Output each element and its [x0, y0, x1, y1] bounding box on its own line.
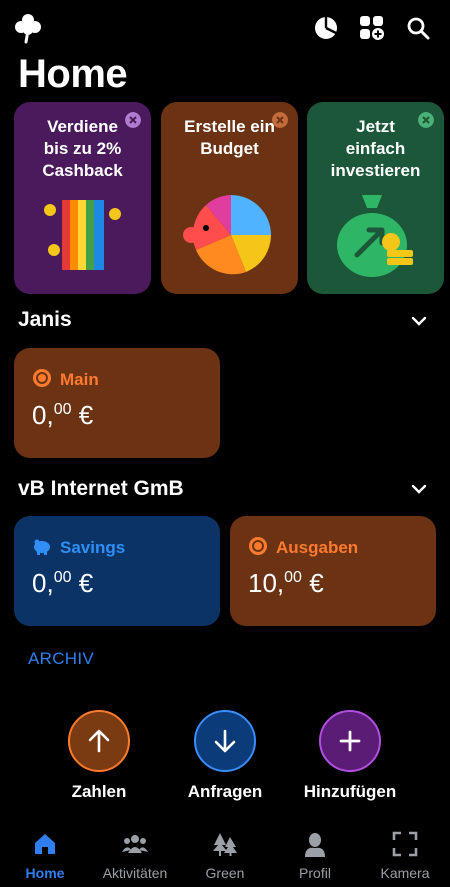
nav-item-home[interactable]: Home — [0, 831, 90, 881]
chevron-down-icon[interactable] — [410, 480, 428, 498]
action-label: Hinzufügen — [303, 782, 397, 801]
promo-card-invest[interactable]: Jetzt einfach investieren — [307, 102, 444, 294]
promo-card-budget[interactable]: Erstelle ein Budget — [161, 102, 298, 294]
action-label: Zahlen — [71, 782, 127, 801]
piggy-bank-illustration — [183, 195, 271, 275]
account-card-main[interactable]: Main 0,00 € — [14, 348, 220, 458]
pay-button[interactable] — [68, 710, 130, 772]
account-card-savings[interactable]: Savings 0,00 € — [14, 516, 220, 626]
account-name: Savings — [60, 538, 126, 557]
people-icon — [122, 835, 148, 853]
close-icon[interactable] — [272, 112, 288, 128]
close-icon[interactable] — [418, 112, 434, 128]
bunq-cards-illustration — [44, 200, 121, 270]
bottom-navigation: Home Aktivitäten Green Profil Kamera — [0, 823, 450, 887]
account-card-ausgaben[interactable]: Ausgaben 10,00 € — [230, 516, 436, 626]
coin-icon — [33, 369, 51, 387]
money-bag-illustration — [337, 195, 413, 277]
account-balance: 10,00 € — [248, 568, 324, 598]
top-bar — [0, 0, 450, 56]
promo-card-cashback[interactable]: Verdiene bis zu 2% Cashback — [14, 102, 151, 294]
nav-item-camera[interactable]: Kamera — [360, 831, 450, 881]
trees-icon — [213, 833, 237, 856]
chevron-down-icon[interactable] — [410, 312, 428, 330]
section-title-janis: Janis — [18, 308, 72, 331]
action-label: Anfragen — [187, 782, 263, 801]
account-balance: 0,00 € — [32, 400, 94, 430]
arrow-up-icon — [88, 729, 110, 753]
nav-label: Profil — [299, 865, 331, 881]
nav-item-green[interactable]: Green — [180, 831, 270, 881]
nav-label: Kamera — [380, 865, 430, 881]
nav-label: Aktivitäten — [102, 865, 168, 881]
account-name: Main — [60, 370, 99, 389]
nav-label: Home — [25, 865, 65, 881]
section-title-vb-internet: vB Internet GmB — [18, 477, 184, 500]
add-widget-icon[interactable] — [358, 14, 386, 42]
coin-icon — [249, 537, 267, 555]
nav-item-activities[interactable]: Aktivitäten — [90, 831, 180, 881]
add-button[interactable] — [319, 710, 381, 772]
nav-item-profile[interactable]: Profil — [270, 831, 360, 881]
nav-label: Green — [205, 865, 245, 881]
page-title: Home — [18, 52, 128, 96]
pay-action[interactable]: Zahlen — [39, 710, 159, 802]
camera-scan-icon — [392, 831, 418, 857]
account-balance: 0,00 € — [32, 568, 94, 598]
promo-carousel[interactable]: Verdiene bis zu 2% Cashback Erstelle ein… — [14, 102, 450, 294]
home-icon — [35, 834, 55, 854]
profile-icon — [305, 833, 325, 857]
search-icon[interactable] — [404, 14, 432, 42]
account-name: Ausgaben — [276, 538, 359, 557]
close-icon[interactable] — [125, 112, 141, 128]
pie-chart-icon[interactable] — [312, 14, 340, 42]
add-action[interactable]: Hinzufügen — [290, 710, 410, 802]
request-button[interactable] — [194, 710, 256, 772]
request-action[interactable]: Anfragen — [165, 710, 285, 802]
clover-logo-icon — [15, 14, 41, 44]
arrow-down-icon — [214, 729, 236, 753]
plus-icon — [339, 730, 361, 752]
archive-link[interactable]: ARCHIV — [28, 649, 94, 669]
piggy-bank-icon — [34, 539, 50, 555]
